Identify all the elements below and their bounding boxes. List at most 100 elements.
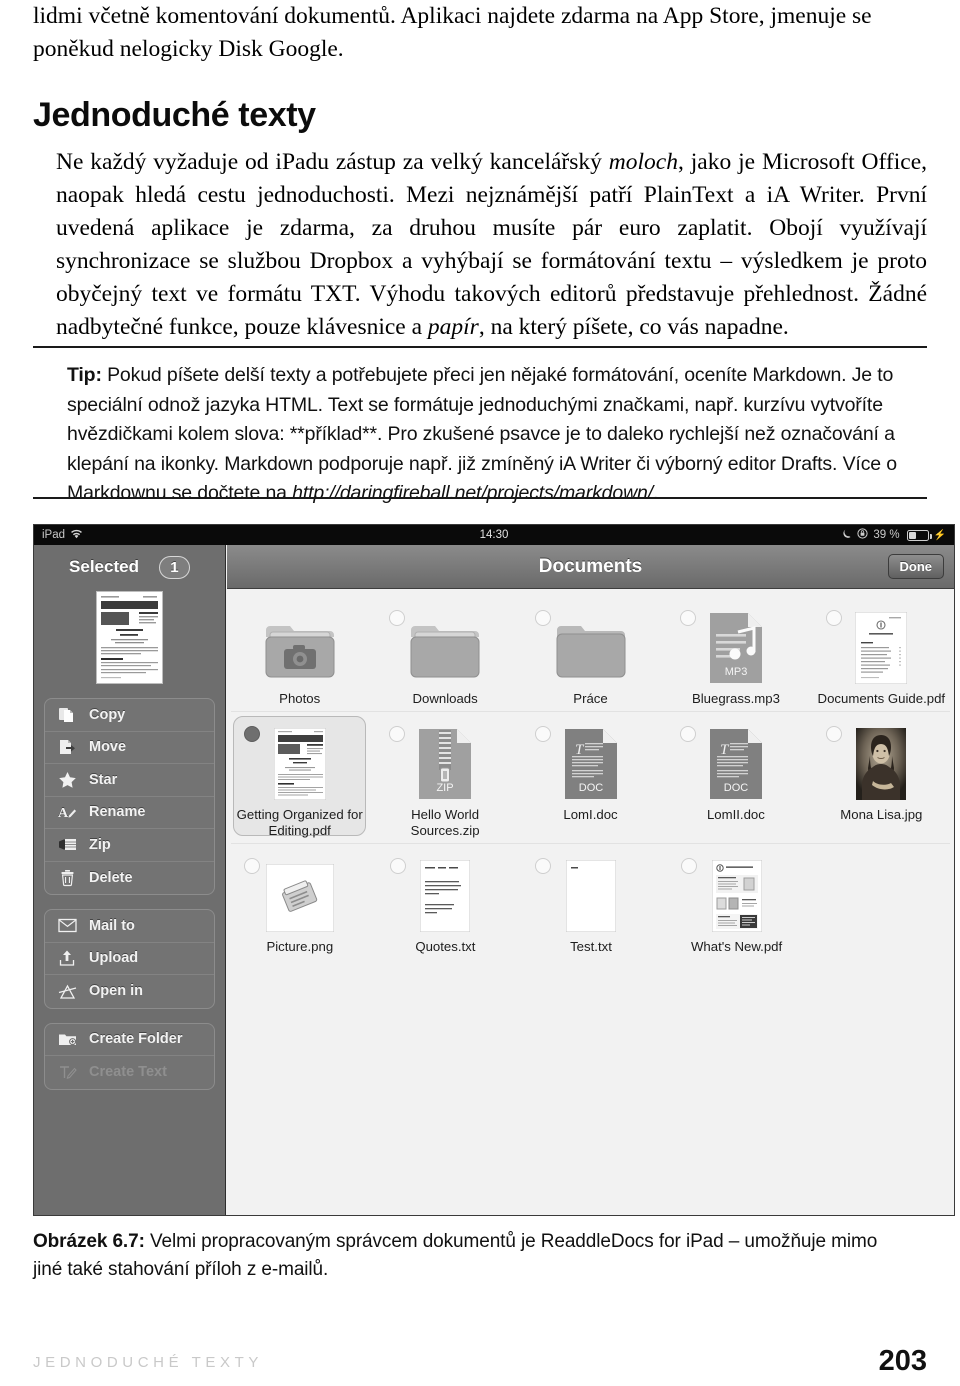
file-cell-mona-lisa-jpg[interactable]: Mona Lisa.jpg xyxy=(809,712,954,840)
pdf-preview-icon xyxy=(273,722,326,800)
file-label: Práce xyxy=(573,691,608,706)
figure-caption-label: Obrázek 6.7: xyxy=(33,1231,145,1252)
zip-file-icon: ZIP xyxy=(417,722,473,800)
selected-label: Selected xyxy=(69,557,139,576)
doc-file-icon: T DOC xyxy=(563,722,619,800)
image-thumbnail-mona-lisa xyxy=(856,722,907,800)
svg-text:DOC: DOC xyxy=(578,782,603,794)
runover-line-1: lidmi včetně komentování dokumentů. Apli… xyxy=(33,3,872,29)
file-cell-hello-world-sources-zip[interactable]: ZIP Hello World Sources.zip xyxy=(372,712,517,840)
status-bar-clock: 14:30 xyxy=(479,529,509,541)
page-number: 203 xyxy=(878,1345,927,1377)
selection-checkbox[interactable] xyxy=(389,610,406,626)
file-label: Mona Lisa.jpg xyxy=(840,806,923,822)
file-grid: Photos Downloads Práce MP3 Bluegrass.mp3… xyxy=(227,590,954,1215)
selected-count-badge: 1 xyxy=(158,555,190,579)
sidebar-item-rename[interactable]: A Rename xyxy=(45,797,214,829)
selection-checkbox[interactable] xyxy=(534,725,551,742)
file-label: Downloads xyxy=(412,691,478,706)
file-label: Quotes.txt xyxy=(415,938,476,954)
file-label: Bluegrass.mp3 xyxy=(691,691,780,706)
zip-icon xyxy=(56,835,78,855)
battery-icon xyxy=(906,529,932,541)
sidebar-group-share-actions: Mail to Upload Open in xyxy=(44,909,215,1009)
file-cell-bluegrass-mp3[interactable]: MP3 Bluegrass.mp3 xyxy=(663,596,808,708)
sidebar-item-copy[interactable]: Copy xyxy=(45,699,214,732)
book-page: lidmi včetně komentování dokumentů. Apli… xyxy=(0,0,960,1386)
page-title: Documents xyxy=(538,555,643,577)
folder-icon xyxy=(551,606,631,684)
svg-text:A: A xyxy=(58,806,69,821)
file-label: Documents Guide.pdf xyxy=(817,691,946,706)
selection-checkbox[interactable] xyxy=(244,725,260,742)
body-paragraph: Ne každý vyžaduje od iPadu zástup za vel… xyxy=(56,146,927,344)
running-head: JEDNODUCHÉ TEXTY xyxy=(33,1354,264,1371)
sidebar-group-file-actions: Copy Move Star A Rename Zip Delete xyxy=(44,698,215,895)
sidebar-item-zip[interactable]: Zip xyxy=(45,829,214,862)
file-cell-getting-organized-pdf[interactable]: Getting Organized for Editing.pdf xyxy=(227,712,372,840)
tip-rule-bottom xyxy=(33,497,927,499)
sidebar-group-create-actions: Create Folder Create Text xyxy=(44,1022,215,1090)
sidebar-item-mail-to[interactable]: Mail to xyxy=(45,910,214,943)
sidebar-item-label: Upload xyxy=(89,950,139,967)
selection-checkbox[interactable] xyxy=(389,725,406,742)
runover-line-2: poněkud nelogicky Disk Google. xyxy=(33,36,344,62)
selection-checkbox[interactable] xyxy=(680,725,697,742)
sidebar-item-create-text[interactable]: Create Text xyxy=(45,1056,214,1089)
folder-camera-icon xyxy=(260,606,340,684)
body-italic-papir: papír xyxy=(427,314,479,340)
battery-percent-label: 39 % xyxy=(873,529,900,541)
sidebar-item-label: Mail to xyxy=(89,917,135,934)
ipad-screenshot-figure: iPad 14:30 39 % ⚡ Selected 1 Copy Move S… xyxy=(33,524,955,1216)
sidebar-item-delete[interactable]: Delete xyxy=(45,862,214,895)
selection-checkbox[interactable] xyxy=(825,725,842,742)
figure-caption-text: Velmi propracovaným správcem dokumentů j… xyxy=(33,1231,878,1280)
done-button[interactable]: Done xyxy=(887,554,944,579)
file-cell-lomii-doc[interactable]: T DOC LomII.doc xyxy=(663,712,808,840)
selection-checkbox[interactable] xyxy=(389,857,406,874)
file-cell-test-txt[interactable]: Test.txt xyxy=(518,844,664,956)
file-label: Photos xyxy=(279,691,321,706)
file-cell-downloads[interactable]: Downloads xyxy=(372,596,517,708)
file-label: Hello World Sources.zip xyxy=(410,806,480,839)
star-icon xyxy=(56,770,78,790)
selected-document-thumbnail xyxy=(96,591,163,684)
sidebar-item-upload[interactable]: Upload xyxy=(45,943,214,975)
ios-status-bar: iPad 14:30 39 % ⚡ xyxy=(34,525,954,545)
selection-checkbox[interactable] xyxy=(825,610,842,626)
file-cell-picture-png[interactable]: Picture.png xyxy=(227,844,373,956)
body-italic-moloch: moloch xyxy=(608,149,678,175)
file-cell-whats-new-pdf[interactable]: What's New.pdf xyxy=(664,844,810,956)
file-label: What's New.pdf xyxy=(690,938,783,954)
sidebar-item-create-folder[interactable]: Create Folder xyxy=(45,1024,214,1056)
file-label: LomI.doc xyxy=(563,806,618,822)
navigation-bar: Documents Done xyxy=(227,545,954,589)
body-text-part-1: Ne každý vyžaduje od iPadu zástup za vel… xyxy=(56,149,609,175)
file-cell-documents-guide-pdf[interactable]: Documents Guide.pdf xyxy=(809,596,954,708)
file-cell-lomi-doc[interactable]: T DOC LomI.doc xyxy=(518,712,663,840)
selection-checkbox[interactable] xyxy=(680,857,697,874)
body-text-part-2: , jako je Microsoft Office, naopak hledá… xyxy=(56,149,927,340)
selection-checkbox[interactable] xyxy=(535,857,552,874)
charging-icon: ⚡ xyxy=(933,529,946,541)
sidebar-item-open-in[interactable]: Open in xyxy=(45,975,214,1008)
file-cell-prace[interactable]: Práce xyxy=(518,596,663,708)
sidebar-item-label: Delete xyxy=(89,869,133,886)
body-text-part-3: , na který píšete, co vás napadne. xyxy=(478,314,789,340)
file-cell-quotes-txt[interactable]: Quotes.txt xyxy=(373,844,519,956)
selection-checkbox[interactable] xyxy=(680,610,697,626)
svg-text:ZIP: ZIP xyxy=(437,782,454,794)
sidebar-item-label: Move xyxy=(89,739,127,756)
selection-checkbox[interactable] xyxy=(244,857,260,874)
section-heading: Jednoduché texty xyxy=(33,96,316,134)
file-grid-row: Picture.png Quotes.txt Test.txt What's N… xyxy=(227,844,954,956)
selection-checkbox[interactable] xyxy=(534,610,551,626)
file-cell-photos[interactable]: Photos xyxy=(227,596,372,708)
tip-text-part-2: . xyxy=(652,482,659,504)
tip-text: Tip: Pokud píšete delší texty a potřebuj… xyxy=(67,361,919,509)
mp3-file-icon: MP3 xyxy=(708,606,764,684)
file-label: Picture.png xyxy=(266,938,334,954)
sidebar-item-move[interactable]: Move xyxy=(45,732,214,764)
sidebar-item-star[interactable]: Star xyxy=(45,764,214,797)
txt-preview-icon xyxy=(565,854,616,932)
